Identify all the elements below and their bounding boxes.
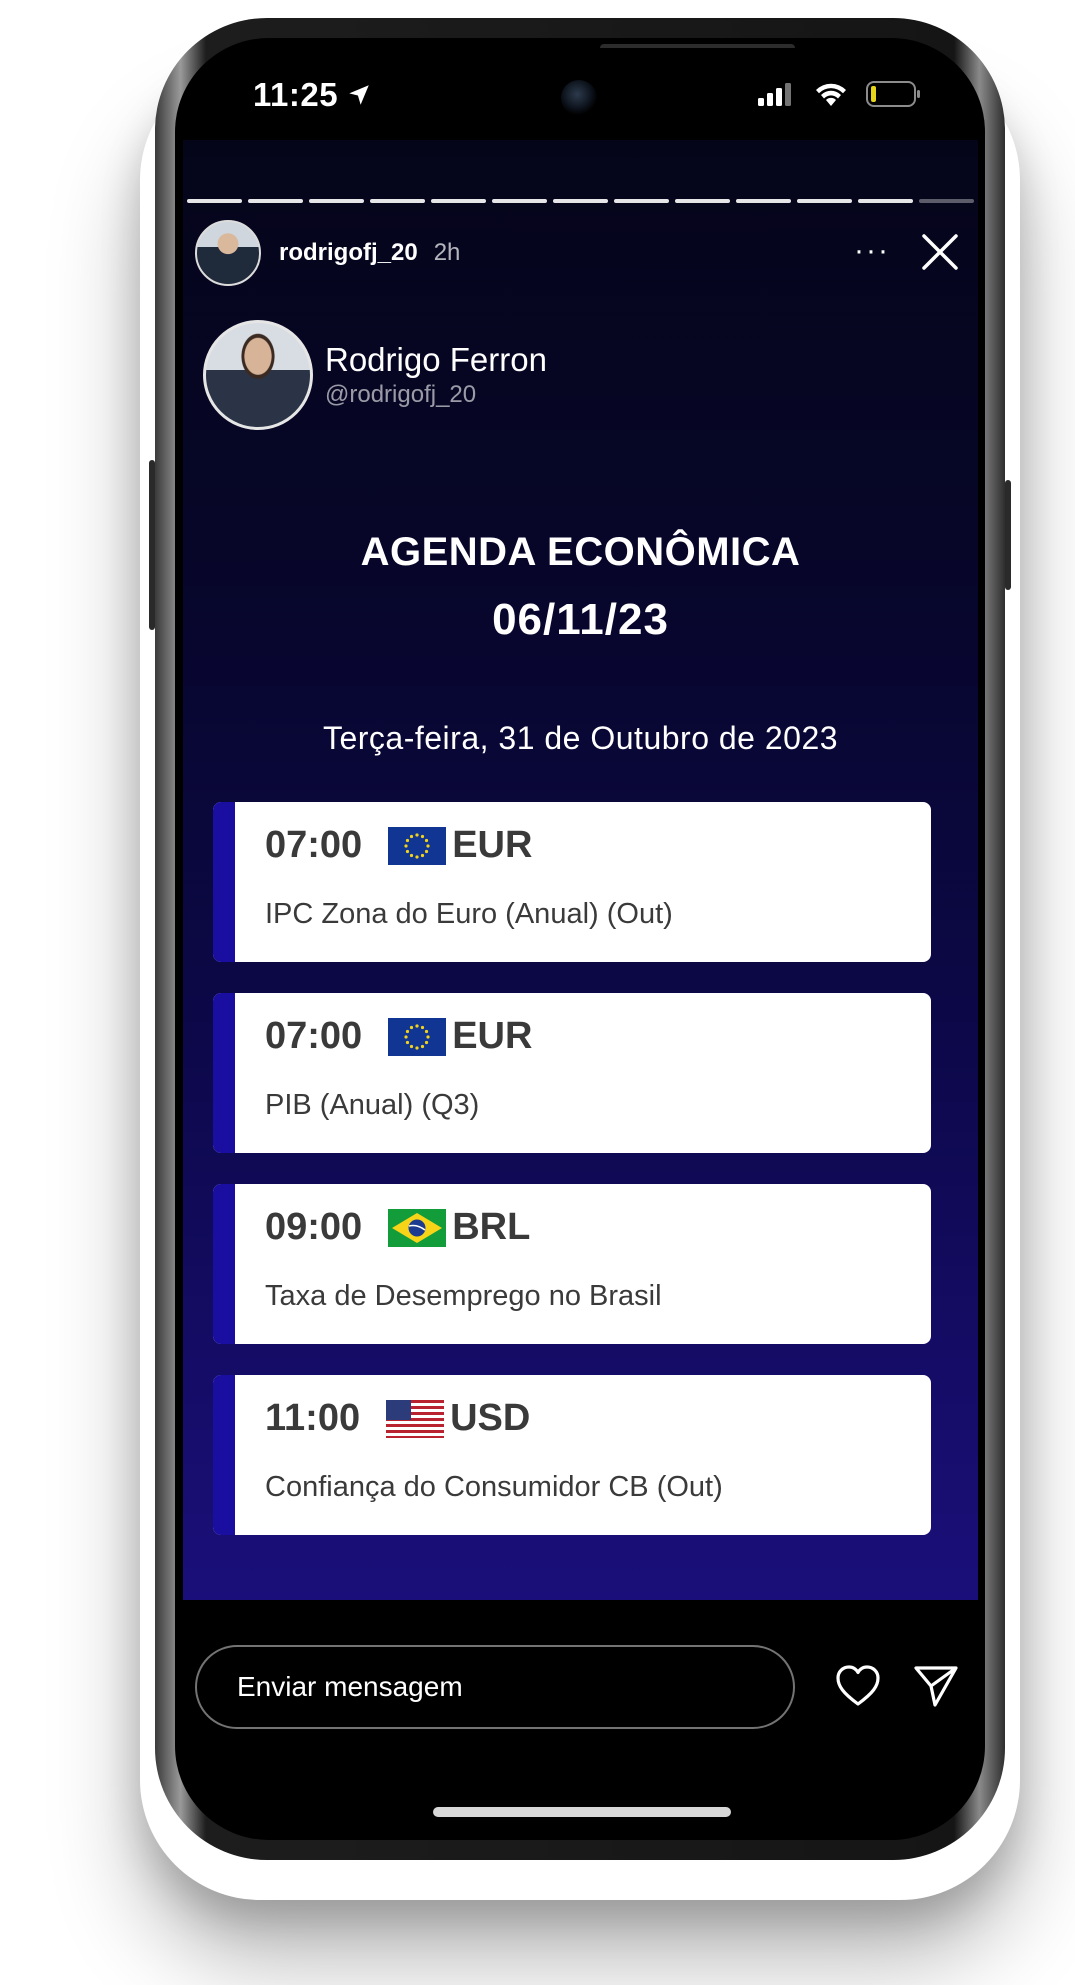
phone-screen: 11:25 rodrigofj_20 2h ··· Rodrigo Ferron… <box>183 48 978 1835</box>
brazil-flag-icon <box>388 1208 447 1247</box>
event-card: 07:00 EUR IPC Zona do Euro (Anual) (Out) <box>213 802 931 962</box>
author-name: Rodrigo Ferron <box>325 341 547 378</box>
eu-flag-icon <box>388 826 447 865</box>
story-time-ago: 2h <box>433 239 461 266</box>
page-subtitle-date: 06/11/23 <box>492 595 669 644</box>
progress-segment <box>248 199 303 203</box>
event-time: 11:00 <box>265 1397 361 1439</box>
status-icons <box>758 81 922 107</box>
event-card: 09:00 BRL Taxa de Desemprego no Brasil <box>213 1184 931 1344</box>
heart-icon[interactable] <box>835 1664 881 1708</box>
event-time: 07:00 <box>265 1015 363 1057</box>
event-description: PIB (Anual) (Q3) <box>265 1089 480 1121</box>
event-currency: USD <box>450 1397 531 1439</box>
event-currency: BRL <box>452 1206 531 1248</box>
status-bar: 11:25 <box>183 48 978 148</box>
us-flag-icon <box>386 1399 445 1438</box>
reply-bar: Enviar mensagem <box>183 1600 978 1835</box>
home-indicator[interactable] <box>433 1807 731 1817</box>
event-description: Confiança do Consumidor CB (Out) <box>265 1471 723 1503</box>
card-accent <box>213 1184 235 1344</box>
event-card: 11:00 USD Confiança do Consumidor CB (Ou… <box>213 1375 931 1535</box>
event-card: 07:00 EUR PIB (Anual) (Q3) <box>213 993 931 1153</box>
story-username[interactable]: rodrigofj_20 <box>279 239 418 267</box>
event-currency: EUR <box>452 824 533 866</box>
more-options-icon[interactable]: ··· <box>854 234 890 268</box>
event-description: IPC Zona do Euro (Anual) (Out) <box>265 898 673 930</box>
progress-segment <box>614 199 669 203</box>
author-handle: @rodrigofj_20 <box>325 381 477 408</box>
progress-segment <box>858 199 913 203</box>
author-avatar <box>203 320 313 430</box>
progress-segment <box>736 199 791 203</box>
signal-icon <box>758 83 791 106</box>
eu-flag-icon <box>388 1017 447 1056</box>
event-time: 09:00 <box>265 1206 363 1248</box>
close-icon[interactable] <box>918 230 962 274</box>
card-accent <box>213 993 235 1153</box>
volume-button <box>149 460 155 630</box>
progress-segment <box>187 199 242 203</box>
location-arrow-icon <box>349 85 369 105</box>
event-time: 07:00 <box>265 824 363 866</box>
progress-segment <box>492 199 547 203</box>
front-camera <box>561 80 597 116</box>
clock-label: 11:25 <box>253 76 339 113</box>
progress-segment <box>370 199 425 203</box>
battery-icon <box>866 81 920 107</box>
progress-segment <box>919 199 974 203</box>
event-date: Terça-feira, 31 de Outubro de 2023 <box>322 720 839 756</box>
status-time: 11:25 <box>253 76 372 114</box>
progress-segment <box>309 199 364 203</box>
event-currency: EUR <box>452 1015 533 1057</box>
event-description: Taxa de Desemprego no Brasil <box>265 1280 662 1312</box>
author-block: Rodrigo Ferron @rodrigofj_20 <box>203 320 547 430</box>
story-content[interactable]: rodrigofj_20 2h ··· Rodrigo Ferron @rodr… <box>183 140 978 1600</box>
progress-segment <box>797 199 852 203</box>
story-progress-bar <box>187 199 974 203</box>
page-title: AGENDA ECONÔMICA <box>360 530 801 574</box>
story-header: rodrigofj_20 2h ··· <box>195 220 968 286</box>
send-icon[interactable] <box>913 1664 959 1708</box>
card-accent <box>213 802 235 962</box>
progress-segment <box>431 199 486 203</box>
card-accent <box>213 1375 235 1535</box>
progress-segment <box>675 199 730 203</box>
avatar[interactable] <box>195 220 261 286</box>
progress-segment <box>553 199 608 203</box>
power-button <box>1005 480 1011 590</box>
message-input[interactable]: Enviar mensagem <box>195 1645 795 1729</box>
wifi-icon <box>816 83 846 106</box>
